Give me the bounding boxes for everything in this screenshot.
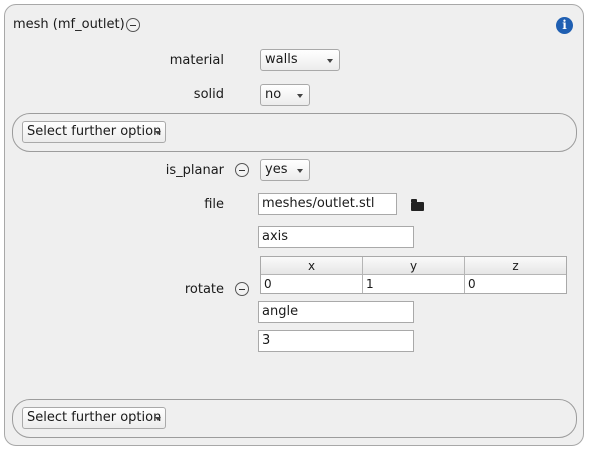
dropdown-arrow-icon	[297, 94, 303, 98]
further-option-select-bottom[interactable]: Select further option	[22, 407, 166, 429]
axis-field[interactable]: axis	[258, 226, 414, 248]
file-value: meshes/outlet.stl	[262, 196, 375, 211]
solid-select[interactable]: no	[260, 84, 310, 106]
file-label: file	[204, 197, 224, 212]
further-option-select-top[interactable]: Select further option	[22, 121, 166, 143]
table-cell-x[interactable]: 0	[261, 275, 363, 293]
file-input[interactable]: meshes/outlet.stl	[258, 193, 397, 215]
dropdown-arrow-icon	[327, 59, 333, 63]
axis-vector-table: x y z 0 1 0	[260, 256, 567, 294]
solid-value: no	[265, 87, 282, 102]
is-planar-label: is_planar	[165, 163, 224, 178]
panel-title: mesh (mf_outlet)	[13, 17, 125, 32]
material-label: material	[169, 53, 224, 68]
table-cell-z[interactable]: 0	[465, 275, 566, 293]
table-cell-y[interactable]: 1	[363, 275, 465, 293]
folder-icon[interactable]	[411, 199, 424, 211]
info-icon[interactable]: i	[556, 17, 573, 34]
remove-is-planar-minus-icon[interactable]	[235, 163, 249, 177]
table-header-y: y	[363, 257, 465, 275]
dropdown-arrow-icon	[155, 417, 161, 421]
remove-rotate-minus-icon[interactable]	[235, 282, 249, 296]
axis-label: axis	[262, 229, 289, 244]
table-header-x: x	[261, 257, 363, 275]
angle-label: angle	[262, 304, 299, 319]
rotate-label: rotate	[184, 282, 224, 297]
material-value: walls	[265, 52, 298, 67]
solid-label: solid	[193, 87, 224, 102]
collapse-minus-icon[interactable]	[126, 18, 140, 32]
table-header-z: z	[465, 257, 566, 275]
is-planar-value: yes	[265, 162, 288, 177]
angle-value-input[interactable]: 3	[258, 330, 414, 352]
further-option-label: Select further option	[27, 124, 162, 139]
dropdown-arrow-icon	[155, 131, 161, 135]
angle-field[interactable]: angle	[258, 301, 414, 323]
angle-value: 3	[262, 333, 271, 348]
dropdown-arrow-icon	[297, 169, 303, 173]
further-option-label: Select further option	[27, 410, 162, 425]
is-planar-select[interactable]: yes	[260, 159, 310, 181]
material-select[interactable]: walls	[260, 49, 340, 71]
